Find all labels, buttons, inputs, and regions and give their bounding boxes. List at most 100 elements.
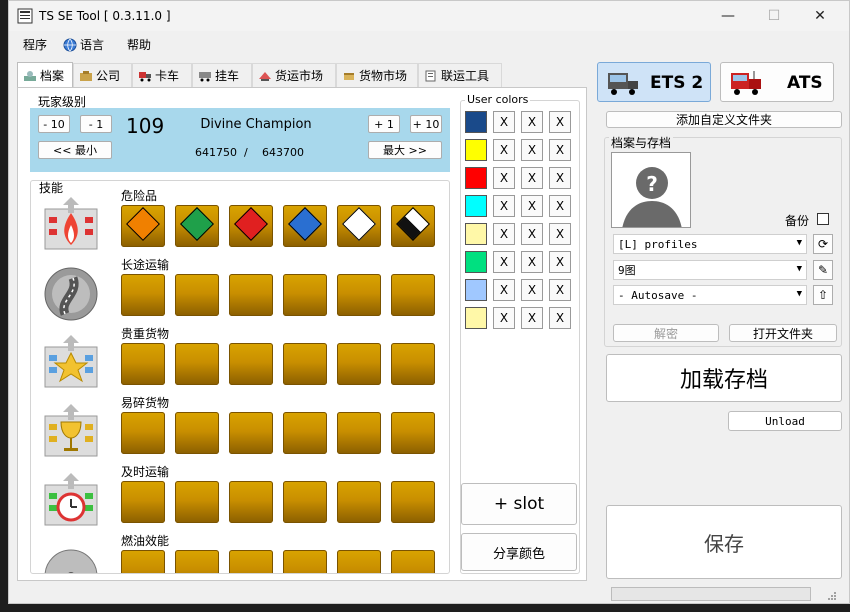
tab-truck[interactable]: 卡车	[132, 63, 192, 87]
edit-profile-button[interactable]: ✎	[813, 260, 833, 280]
skill-slot[interactable]	[391, 205, 435, 247]
clear-color-button[interactable]: X	[521, 251, 543, 273]
profile-folder-select[interactable]: [L] profiles ▼	[613, 234, 807, 254]
clear-color-button[interactable]: X	[521, 223, 543, 245]
skill-slot[interactable]	[175, 412, 219, 454]
skill-slot[interactable]	[283, 274, 327, 316]
backup-checkbox[interactable]	[817, 213, 829, 225]
skill-slot[interactable]	[229, 343, 273, 385]
menu-help[interactable]: 帮助	[127, 36, 151, 53]
skill-slot[interactable]	[391, 343, 435, 385]
tab-cargo-market[interactable]: 货物市场	[336, 63, 418, 87]
tab-convoy-tools[interactable]: 联运工具	[418, 63, 502, 87]
clear-color-button[interactable]: X	[493, 307, 515, 329]
skill-slot[interactable]	[175, 481, 219, 523]
color-swatch[interactable]	[465, 223, 487, 245]
unload-button[interactable]: Unload	[728, 411, 842, 431]
skill-slot[interactable]	[337, 205, 381, 247]
tab-freight-market[interactable]: 货运市场	[252, 63, 336, 87]
skill-slot[interactable]	[337, 274, 381, 316]
resize-grip-icon[interactable]	[827, 591, 837, 601]
clear-color-button[interactable]: X	[493, 111, 515, 133]
minimize-button[interactable]: —	[705, 1, 751, 31]
skill-slot[interactable]	[337, 550, 381, 573]
skill-slot[interactable]	[283, 343, 327, 385]
clear-color-button[interactable]: X	[493, 139, 515, 161]
clear-color-button[interactable]: X	[521, 307, 543, 329]
close-button[interactable]: ✕	[797, 1, 843, 31]
skill-slot[interactable]	[175, 274, 219, 316]
tab-trailer[interactable]: 挂车	[192, 63, 252, 87]
share-colors-button[interactable]: 分享颜色	[461, 533, 577, 571]
clear-color-button[interactable]: X	[549, 139, 571, 161]
color-swatch[interactable]	[465, 307, 487, 329]
ats-button[interactable]: ATS	[720, 62, 834, 102]
clear-color-button[interactable]: X	[493, 195, 515, 217]
clear-color-button[interactable]: X	[493, 223, 515, 245]
clear-color-button[interactable]: X	[549, 223, 571, 245]
skill-slot[interactable]	[121, 343, 165, 385]
level-plus10-button[interactable]: + 10	[410, 115, 442, 133]
skill-slot[interactable]	[229, 481, 273, 523]
skill-slot[interactable]	[175, 205, 219, 247]
clear-color-button[interactable]: X	[493, 251, 515, 273]
load-save-button[interactable]: 加载存档	[606, 354, 842, 402]
skill-slot[interactable]	[391, 412, 435, 454]
skill-slot[interactable]	[121, 412, 165, 454]
color-swatch[interactable]	[465, 167, 487, 189]
color-swatch[interactable]	[465, 111, 487, 133]
color-swatch[interactable]	[465, 279, 487, 301]
skill-slot[interactable]	[283, 550, 327, 573]
menu-program[interactable]: 程序	[23, 36, 47, 53]
clear-color-button[interactable]: X	[521, 139, 543, 161]
skill-slot[interactable]	[121, 274, 165, 316]
refresh-button[interactable]: ⟳	[813, 234, 833, 254]
level-minus1-button[interactable]: - 1	[80, 115, 112, 133]
decrypt-button[interactable]: 解密	[613, 324, 719, 342]
skill-slot[interactable]	[337, 412, 381, 454]
clear-color-button[interactable]: X	[493, 279, 515, 301]
skill-slot[interactable]	[391, 274, 435, 316]
clear-color-button[interactable]: X	[521, 279, 543, 301]
maximize-button[interactable]: ☐	[751, 1, 797, 31]
skill-slot[interactable]	[283, 481, 327, 523]
skill-slot[interactable]	[229, 205, 273, 247]
skill-slot[interactable]	[121, 481, 165, 523]
clear-color-button[interactable]: X	[521, 195, 543, 217]
profile-select[interactable]: 9图 ▼	[613, 260, 807, 280]
level-plus1-button[interactable]: + 1	[368, 115, 400, 133]
skill-slot[interactable]	[283, 412, 327, 454]
skill-slot[interactable]	[337, 481, 381, 523]
clear-color-button[interactable]: X	[549, 307, 571, 329]
skill-slot[interactable]	[229, 550, 273, 573]
level-min-button[interactable]: << 最小	[38, 141, 112, 159]
skill-slot[interactable]	[391, 550, 435, 573]
tab-profile[interactable]: 档案	[17, 62, 73, 88]
color-swatch[interactable]	[465, 139, 487, 161]
open-folder-button[interactable]: 打开文件夹	[729, 324, 837, 342]
skill-slot[interactable]	[121, 550, 165, 573]
ets2-button[interactable]: ETS 2	[597, 62, 711, 102]
skill-slot[interactable]	[229, 274, 273, 316]
clear-color-button[interactable]: X	[549, 279, 571, 301]
add-custom-folder-button[interactable]: 添加自定义文件夹	[606, 111, 842, 128]
skill-slot[interactable]	[175, 343, 219, 385]
color-swatch[interactable]	[465, 251, 487, 273]
clear-color-button[interactable]: X	[549, 167, 571, 189]
skill-slot[interactable]	[121, 205, 165, 247]
color-swatch[interactable]	[465, 195, 487, 217]
level-max-button[interactable]: 最大 >>	[368, 141, 442, 159]
export-button[interactable]: ⇧	[813, 285, 833, 305]
skill-slot[interactable]	[229, 412, 273, 454]
save-select[interactable]: - Autosave - ▼	[613, 285, 807, 305]
clear-color-button[interactable]: X	[521, 111, 543, 133]
add-slot-button[interactable]: + slot	[461, 483, 577, 525]
skill-slot[interactable]	[337, 343, 381, 385]
skill-slot[interactable]	[175, 550, 219, 573]
skill-slot[interactable]	[391, 481, 435, 523]
skill-slot[interactable]	[283, 205, 327, 247]
level-minus10-button[interactable]: - 10	[38, 115, 70, 133]
tab-company[interactable]: 公司	[73, 63, 132, 87]
clear-color-button[interactable]: X	[521, 167, 543, 189]
save-button[interactable]: 保存	[606, 505, 842, 579]
